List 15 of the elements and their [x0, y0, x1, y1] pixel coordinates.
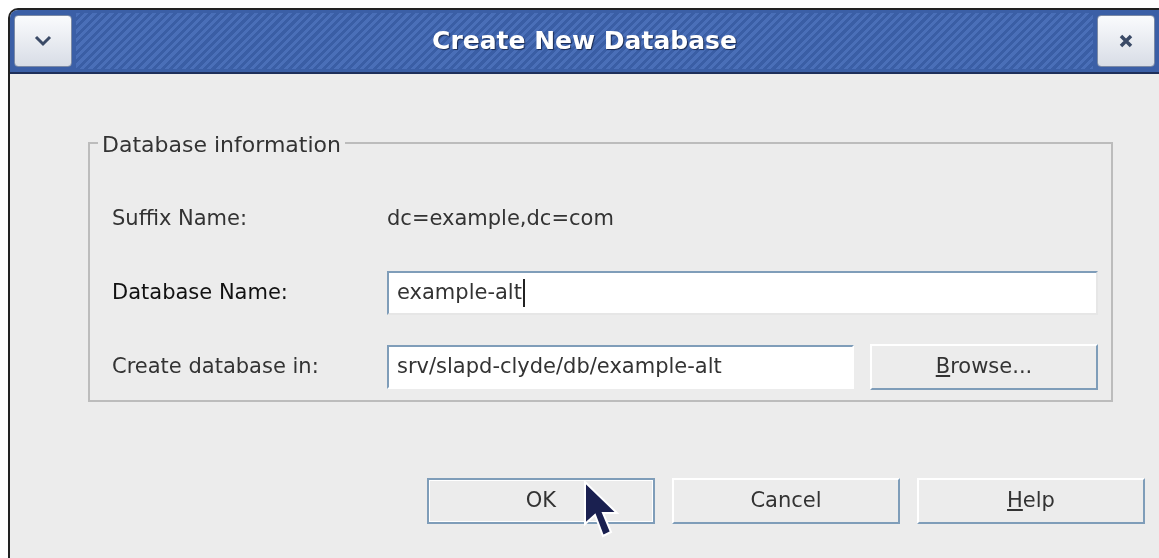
- close-icon: [1118, 33, 1134, 49]
- window-title: Create New Database: [432, 25, 737, 58]
- window-menu-button[interactable]: [14, 15, 72, 67]
- dialog-button[interactable]: Help: [917, 478, 1145, 524]
- suffix-value: dc=example,dc=com: [387, 205, 614, 233]
- chevron-down-icon: [33, 34, 53, 48]
- input-field[interactable]: srv/slapd-clyde/db/example-alt: [387, 345, 854, 389]
- input-field[interactable]: example-alt: [387, 271, 1098, 315]
- browse-button[interactable]: Browse...: [870, 344, 1098, 390]
- dialog-button[interactable]: Cancel: [672, 478, 900, 524]
- dialog-button[interactable]: OK: [427, 478, 655, 524]
- field-label: Suffix Name:: [112, 205, 249, 233]
- field-label: Create database in:: [112, 353, 320, 381]
- close-button[interactable]: [1097, 15, 1155, 67]
- field-label: Database Name:: [112, 279, 289, 307]
